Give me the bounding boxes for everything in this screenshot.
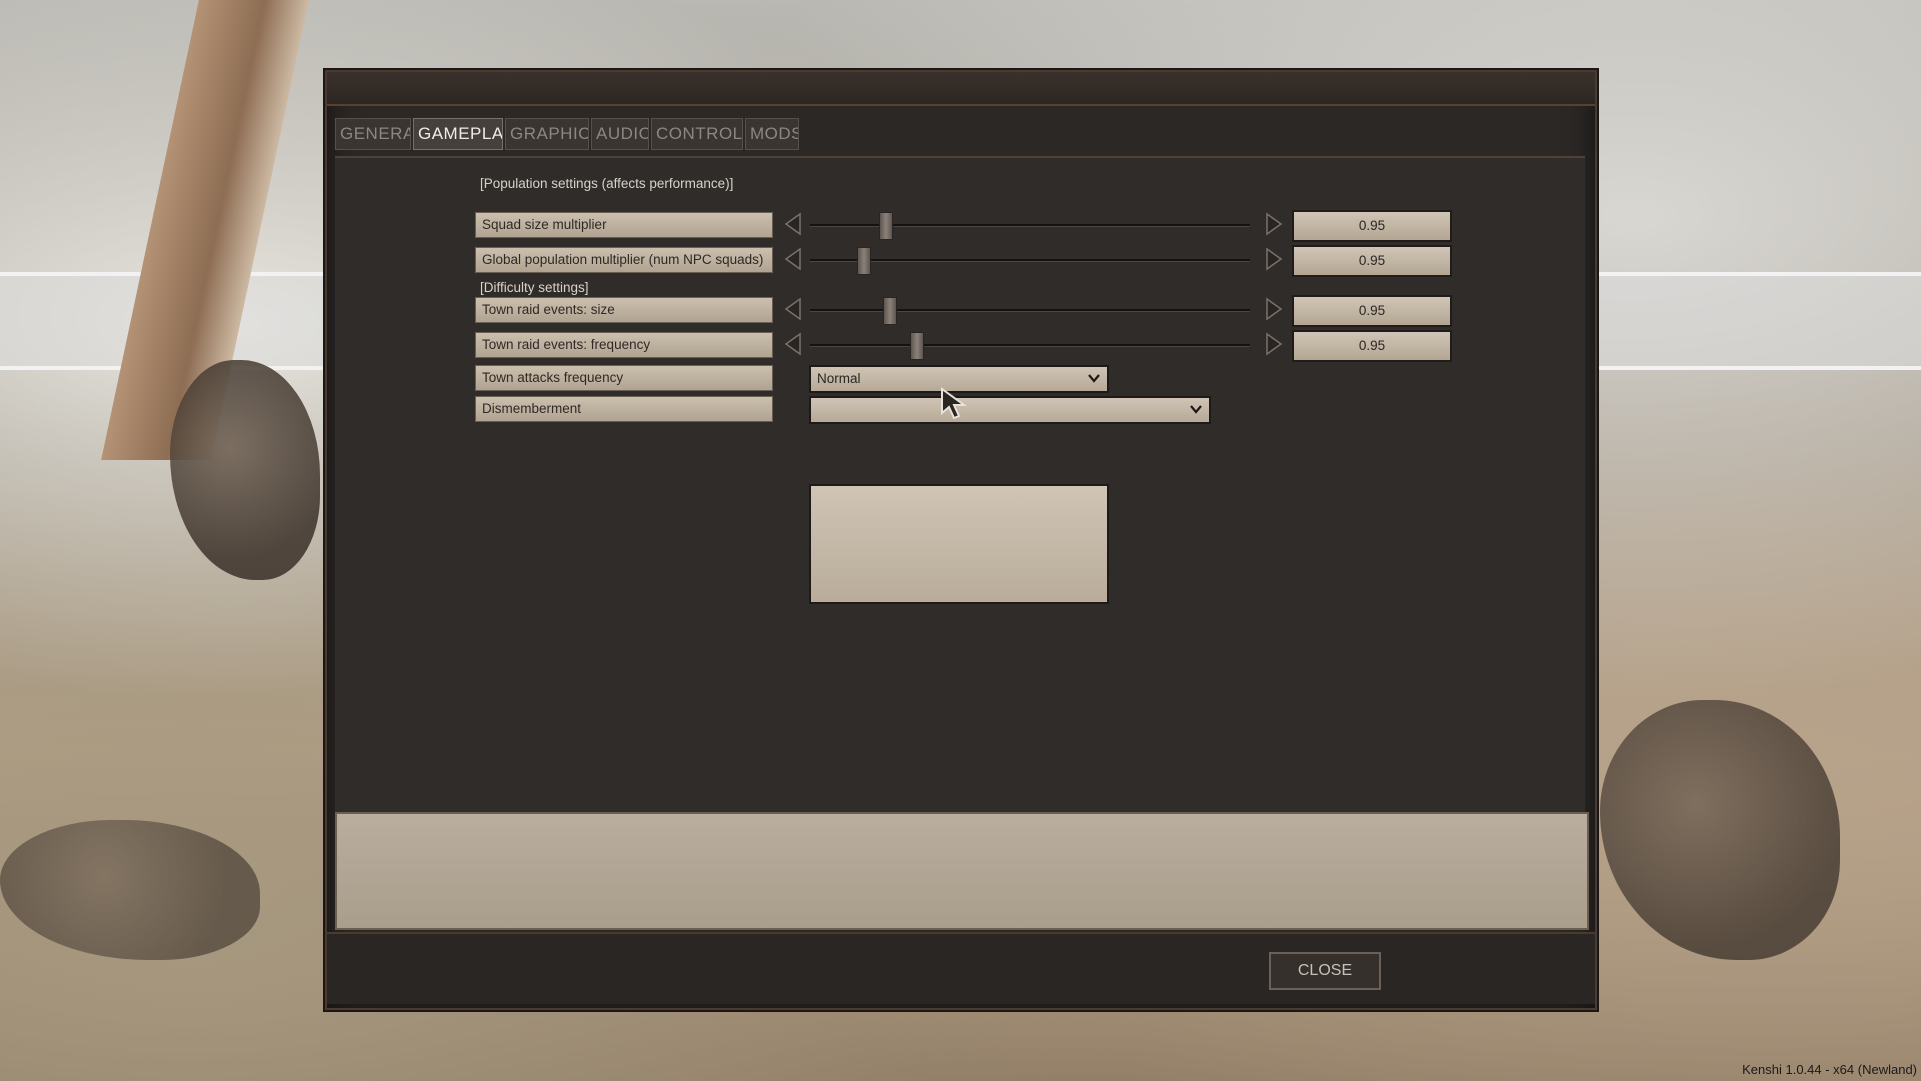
global-population-slider[interactable]: [810, 259, 1250, 262]
close-button[interactable]: CLOSE: [1269, 952, 1381, 990]
squad-size-label: Squad size multiplier: [475, 212, 773, 238]
raid-size-label: Town raid events: size: [475, 297, 773, 323]
squad-size-slider-thumb[interactable]: [878, 212, 893, 240]
window-titlebar: [327, 72, 1595, 106]
mouse-cursor-icon: [941, 387, 968, 420]
arrow-left-icon: [784, 297, 801, 321]
tab-audio[interactable]: AUDIO: [591, 118, 649, 150]
dismemberment-select[interactable]: [809, 396, 1211, 424]
raid-size-slider-thumb[interactable]: [883, 297, 898, 325]
tab-graphics[interactable]: GRAPHICS: [505, 118, 589, 150]
tab-general[interactable]: GENERAL: [335, 118, 411, 150]
dropdown-option[interactable]: [811, 573, 819, 588]
dropdown-option[interactable]: [811, 544, 819, 559]
arrow-left-icon: [784, 212, 801, 236]
dropdown-option[interactable]: [811, 515, 819, 530]
difficulty-section-title: [Difficulty settings]: [480, 280, 589, 295]
arrow-left-icon: [784, 247, 801, 271]
attacks-frequency-label: Town attacks frequency: [475, 365, 773, 391]
raid-frequency-slider-thumb[interactable]: [909, 332, 924, 360]
raid-frequency-decrease-button[interactable]: [783, 332, 803, 356]
dropdown-option[interactable]: [811, 500, 819, 515]
chevron-down-icon: [1190, 405, 1202, 414]
squad-size-decrease-button[interactable]: [783, 212, 803, 236]
arrow-right-icon: [1266, 297, 1283, 321]
background-rock: [170, 360, 320, 580]
attacks-frequency-dropdown-list: [809, 484, 1109, 604]
tab-gameplay[interactable]: GAMEPLAY: [413, 118, 503, 150]
squad-size-value[interactable]: 0.95: [1292, 210, 1452, 242]
population-section-title: [Population settings (affects performanc…: [480, 176, 734, 191]
description-panel: [335, 812, 1589, 930]
raid-size-value[interactable]: 0.95: [1292, 295, 1452, 327]
dropdown-option[interactable]: [811, 529, 819, 544]
global-population-slider-thumb[interactable]: [856, 247, 871, 275]
arrow-right-icon: [1266, 212, 1283, 236]
squad-size-slider[interactable]: [810, 224, 1250, 227]
background-machine: [1600, 700, 1840, 960]
version-label: Kenshi 1.0.44 - x64 (Newland): [1742, 1062, 1917, 1077]
raid-frequency-label: Town raid events: frequency: [475, 332, 773, 358]
raid-frequency-value[interactable]: 0.95: [1292, 330, 1452, 362]
global-population-increase-button[interactable]: [1264, 247, 1284, 271]
tab-controls[interactable]: CONTROLS: [651, 118, 743, 150]
attacks-frequency-selected: Normal: [817, 371, 861, 386]
squad-size-increase-button[interactable]: [1264, 212, 1284, 236]
dropdown-option[interactable]: [811, 558, 819, 573]
raid-size-slider[interactable]: [810, 309, 1250, 312]
raid-frequency-slider[interactable]: [810, 344, 1250, 347]
background-rock-lower: [0, 820, 260, 960]
chevron-down-icon: [1088, 374, 1100, 383]
gameplay-panel: [Population settings (affects performanc…: [335, 156, 1585, 878]
tab-mods[interactable]: MODS: [745, 118, 799, 150]
raid-size-decrease-button[interactable]: [783, 297, 803, 321]
dismemberment-label: Dismemberment: [475, 396, 773, 422]
window-footer: CLOSE: [327, 932, 1595, 1004]
arrow-right-icon: [1266, 247, 1283, 271]
settings-tabs: GENERAL GAMEPLAY GRAPHICS AUDIO CONTROLS…: [335, 118, 799, 150]
global-population-value[interactable]: 0.95: [1292, 245, 1452, 277]
raid-frequency-increase-button[interactable]: [1264, 332, 1284, 356]
settings-window: GENERAL GAMEPLAY GRAPHICS AUDIO CONTROLS…: [325, 70, 1597, 1010]
arrow-right-icon: [1266, 332, 1283, 356]
arrow-left-icon: [784, 332, 801, 356]
global-population-decrease-button[interactable]: [783, 247, 803, 271]
global-population-label: Global population multiplier (num NPC sq…: [475, 247, 773, 273]
raid-size-increase-button[interactable]: [1264, 297, 1284, 321]
